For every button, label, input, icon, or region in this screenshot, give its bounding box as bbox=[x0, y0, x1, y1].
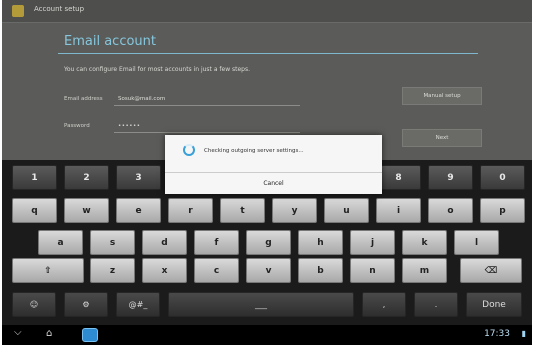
letter-key-q-row-1[interactable]: w bbox=[64, 198, 109, 223]
dialog-message: Checking outgoing server settings... bbox=[204, 148, 304, 154]
number-key-9[interactable]: 0 bbox=[480, 165, 525, 190]
email-app-icon bbox=[12, 5, 24, 17]
password-label: Password bbox=[64, 123, 90, 129]
password-field[interactable]: •••••• bbox=[118, 123, 140, 129]
manual-setup-button[interactable]: Manual setup bbox=[402, 87, 482, 105]
email-label: Email address bbox=[64, 96, 103, 102]
action-bar: Account setup bbox=[2, 0, 532, 23]
letter-key-q-row-3[interactable]: r bbox=[168, 198, 213, 223]
system-navigation-bar: ⌵ ⌂ 17:33 ▮ bbox=[2, 325, 532, 345]
number-key-7[interactable]: 8 bbox=[376, 165, 421, 190]
letter-key-q-row-0[interactable]: q bbox=[12, 198, 57, 223]
period-key[interactable]: . bbox=[414, 292, 458, 317]
letter-key-q-row-5[interactable]: y bbox=[272, 198, 317, 223]
cancel-button[interactable]: Cancel bbox=[165, 173, 382, 194]
number-key-1[interactable]: 2 bbox=[64, 165, 109, 190]
letter-key-q-row-8[interactable]: o bbox=[428, 198, 473, 223]
email-field[interactable]: Sosuk@mail.com bbox=[118, 96, 165, 102]
letter-key-a-row-0[interactable]: a bbox=[38, 230, 83, 255]
letter-key-z-row-2[interactable]: c bbox=[194, 258, 239, 283]
title-divider bbox=[58, 53, 478, 54]
email-field-underline bbox=[114, 105, 300, 106]
letter-key-z-row-1[interactable]: x bbox=[142, 258, 187, 283]
symbols-key[interactable]: @#_ bbox=[116, 292, 160, 317]
number-key-0[interactable]: 1 bbox=[12, 165, 57, 190]
letter-key-a-row-3[interactable]: f bbox=[194, 230, 239, 255]
comma-key[interactable]: , bbox=[362, 292, 406, 317]
tablet-screen: Account setup Email account You can conf… bbox=[2, 0, 532, 345]
settings-key[interactable]: ⚙ bbox=[64, 292, 108, 317]
letter-key-a-row-8[interactable]: l bbox=[454, 230, 499, 255]
battery-icon: ▮ bbox=[521, 329, 526, 338]
password-field-underline bbox=[114, 132, 300, 133]
letter-key-q-row-7[interactable]: i bbox=[376, 198, 421, 223]
loading-spinner-icon bbox=[183, 144, 195, 156]
letter-key-q-row-9[interactable]: p bbox=[480, 198, 525, 223]
letter-key-a-row-2[interactable]: d bbox=[142, 230, 187, 255]
done-key[interactable]: Done bbox=[466, 292, 522, 317]
letter-key-z-row-5[interactable]: n bbox=[350, 258, 395, 283]
letter-key-z-row-0[interactable]: z bbox=[90, 258, 135, 283]
letter-key-q-row-6[interactable]: u bbox=[324, 198, 369, 223]
letter-key-a-row-1[interactable]: s bbox=[90, 230, 135, 255]
letter-key-z-row-3[interactable]: v bbox=[246, 258, 291, 283]
status-clock: 17:33 bbox=[484, 329, 510, 339]
letter-key-a-row-6[interactable]: j bbox=[350, 230, 395, 255]
letter-key-a-row-7[interactable]: k bbox=[402, 230, 447, 255]
number-key-2[interactable]: 3 bbox=[116, 165, 161, 190]
backspace-key[interactable]: ⌫ bbox=[460, 258, 522, 283]
letter-key-z-row-6[interactable]: m bbox=[402, 258, 447, 283]
emoji-key[interactable]: ☺ bbox=[12, 292, 56, 317]
letter-key-a-row-5[interactable]: h bbox=[298, 230, 343, 255]
progress-dialog: Checking outgoing server settings... Can… bbox=[165, 135, 382, 194]
letter-key-q-row-4[interactable]: t bbox=[220, 198, 265, 223]
intro-text: You can configure Email for most account… bbox=[64, 66, 251, 73]
letter-key-z-row-4[interactable]: b bbox=[298, 258, 343, 283]
next-button[interactable]: Next bbox=[402, 129, 482, 147]
action-bar-title: Account setup bbox=[34, 5, 85, 13]
space-key[interactable]: ___ bbox=[168, 292, 354, 317]
page-title: Email account bbox=[64, 34, 156, 49]
shift-key[interactable]: ⇧ bbox=[12, 258, 84, 283]
letter-key-a-row-4[interactable]: g bbox=[246, 230, 291, 255]
back-icon[interactable]: ⌵ bbox=[14, 327, 22, 338]
home-icon[interactable]: ⌂ bbox=[46, 328, 52, 339]
letter-key-q-row-2[interactable]: e bbox=[116, 198, 161, 223]
number-key-8[interactable]: 9 bbox=[428, 165, 473, 190]
recent-apps-icon[interactable] bbox=[82, 328, 98, 342]
